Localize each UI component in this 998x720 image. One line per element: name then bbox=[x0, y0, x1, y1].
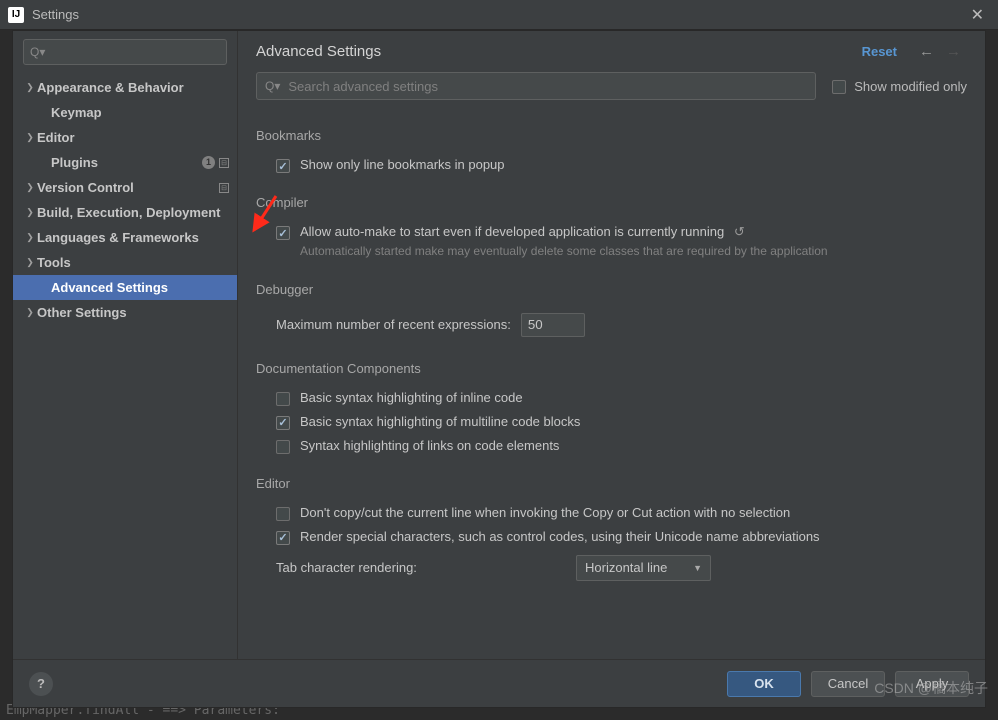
chevron-right-icon: ❯ bbox=[23, 232, 37, 243]
sidebar-item-keymap[interactable]: Keymap bbox=[13, 100, 237, 125]
tab-rendering-select[interactable]: Horizontal line ▼ bbox=[576, 555, 711, 581]
sidebar-item-version-control[interactable]: ❯Version Control⊟ bbox=[13, 175, 237, 200]
sidebar-item-label: Build, Execution, Deployment bbox=[37, 205, 237, 220]
settings-dialog: Q▾ ❯Appearance & BehaviorKeymap❯EditorPl… bbox=[12, 30, 986, 708]
opt-no-copy-cut-empty[interactable]: Don't copy/cut the current line when inv… bbox=[256, 501, 967, 525]
main-header: Advanced Settings Reset ← → bbox=[238, 31, 985, 72]
ok-button[interactable]: OK bbox=[727, 671, 801, 697]
opt-label: Render special characters, such as contr… bbox=[300, 529, 820, 544]
chevron-right-icon: ❯ bbox=[23, 257, 37, 268]
sidebar-item-tools[interactable]: ❯Tools bbox=[13, 250, 237, 275]
sidebar-item-label: Advanced Settings bbox=[51, 280, 237, 295]
opt-label: Don't copy/cut the current line when inv… bbox=[300, 505, 790, 520]
page-title: Advanced Settings bbox=[256, 43, 862, 60]
project-settings-icon: ⊟ bbox=[219, 183, 229, 193]
sidebar-item-label: Keymap bbox=[51, 105, 237, 120]
opt-links-code-highlight[interactable]: Syntax highlighting of links on code ele… bbox=[256, 434, 967, 458]
app-logo-icon: IJ bbox=[8, 7, 24, 23]
opt-inline-code-highlight[interactable]: Basic syntax highlighting of inline code bbox=[256, 386, 967, 410]
checkbox-icon[interactable] bbox=[276, 507, 290, 521]
section-editor: Editor bbox=[256, 476, 967, 491]
checkbox-icon[interactable] bbox=[276, 440, 290, 454]
opt-label: Basic syntax highlighting of multiline c… bbox=[300, 414, 580, 429]
search-icon: Q▾ bbox=[265, 79, 280, 93]
sidebar-item-advanced-settings[interactable]: Advanced Settings bbox=[13, 275, 237, 300]
section-bookmarks: Bookmarks bbox=[256, 128, 967, 143]
chevron-right-icon: ❯ bbox=[23, 82, 37, 93]
checkbox-icon[interactable] bbox=[276, 416, 290, 430]
opt-label: Allow auto-make to start even if develop… bbox=[300, 224, 724, 239]
field-label: Tab character rendering: bbox=[276, 560, 566, 575]
chevron-right-icon: ❯ bbox=[23, 307, 37, 318]
sidebar-item-label: Version Control bbox=[37, 180, 219, 195]
sidebar-item-label: Languages & Frameworks bbox=[37, 230, 237, 245]
window-title: Settings bbox=[32, 7, 965, 22]
apply-button[interactable]: Apply bbox=[895, 671, 969, 697]
opt-allow-auto-make[interactable]: Allow auto-make to start even if develop… bbox=[256, 220, 967, 264]
sidebar-item-label: Tools bbox=[37, 255, 237, 270]
reset-link[interactable]: Reset bbox=[862, 44, 897, 59]
opt-render-special-chars[interactable]: Render special characters, such as contr… bbox=[256, 525, 967, 549]
sidebar-item-other-settings[interactable]: ❯Other Settings bbox=[13, 300, 237, 325]
settings-sidebar: Q▾ ❯Appearance & BehaviorKeymap❯EditorPl… bbox=[13, 31, 238, 659]
reset-option-icon[interactable]: ↺ bbox=[734, 224, 745, 239]
advanced-search[interactable]: Q▾ bbox=[256, 72, 816, 100]
sidebar-item-label: Plugins bbox=[51, 155, 202, 170]
checkbox-icon[interactable] bbox=[832, 80, 846, 94]
checkbox-icon[interactable] bbox=[276, 392, 290, 406]
sidebar-item-label: Other Settings bbox=[37, 305, 237, 320]
field-label: Maximum number of recent expressions: bbox=[276, 317, 511, 332]
cancel-button[interactable]: Cancel bbox=[811, 671, 885, 697]
settings-main: Advanced Settings Reset ← → Q▾ Show modi… bbox=[238, 31, 985, 659]
search-icon: Q▾ bbox=[30, 45, 45, 59]
opt-label: Basic syntax highlighting of inline code bbox=[300, 390, 523, 405]
section-compiler: Compiler bbox=[256, 195, 967, 210]
chevron-right-icon: ❯ bbox=[23, 182, 37, 193]
show-modified-only-checkbox[interactable]: Show modified only bbox=[832, 78, 967, 94]
section-debugger: Debugger bbox=[256, 282, 967, 297]
field-max-recent-expressions: Maximum number of recent expressions: bbox=[256, 307, 967, 343]
sidebar-item-label: Editor bbox=[37, 130, 237, 145]
opt-label: Show only line bookmarks in popup bbox=[300, 157, 505, 172]
opt-description: Automatically started make may eventuall… bbox=[300, 243, 828, 260]
field-tab-rendering: Tab character rendering: Horizontal line… bbox=[256, 549, 967, 587]
opt-multiline-code-highlight[interactable]: Basic syntax highlighting of multiline c… bbox=[256, 410, 967, 434]
chevron-right-icon: ❯ bbox=[23, 132, 37, 143]
help-button[interactable]: ? bbox=[29, 672, 53, 696]
advanced-search-input[interactable] bbox=[288, 79, 807, 94]
sidebar-search-input[interactable] bbox=[51, 45, 220, 59]
update-badge: 1 bbox=[202, 156, 215, 169]
close-button[interactable]: ✕ bbox=[965, 5, 990, 25]
settings-content: Bookmarks Show only line bookmarks in po… bbox=[238, 110, 985, 659]
checkbox-icon[interactable] bbox=[276, 531, 290, 545]
settings-tree: ❯Appearance & BehaviorKeymap❯EditorPlugi… bbox=[13, 75, 237, 659]
select-value: Horizontal line bbox=[585, 560, 667, 575]
nav-forward-icon: → bbox=[940, 43, 967, 60]
sidebar-item-editor[interactable]: ❯Editor bbox=[13, 125, 237, 150]
sidebar-search[interactable]: Q▾ bbox=[23, 39, 227, 65]
project-settings-icon: ⊟ bbox=[219, 158, 229, 168]
sidebar-item-appearance-behavior[interactable]: ❯Appearance & Behavior bbox=[13, 75, 237, 100]
opt-show-only-line-bookmarks[interactable]: Show only line bookmarks in popup bbox=[256, 153, 967, 177]
nav-back-icon[interactable]: ← bbox=[913, 43, 940, 60]
chevron-right-icon: ❯ bbox=[23, 207, 37, 218]
sidebar-item-label: Appearance & Behavior bbox=[37, 80, 237, 95]
titlebar: IJ Settings ✕ bbox=[0, 0, 998, 30]
show-modified-label: Show modified only bbox=[854, 79, 967, 94]
checkbox-icon[interactable] bbox=[276, 226, 290, 240]
opt-label: Syntax highlighting of links on code ele… bbox=[300, 438, 559, 453]
checkbox-icon[interactable] bbox=[276, 159, 290, 173]
section-documentation-components: Documentation Components bbox=[256, 361, 967, 376]
sidebar-item-plugins[interactable]: Plugins1 ⊟ bbox=[13, 150, 237, 175]
chevron-down-icon: ▼ bbox=[693, 563, 702, 573]
sidebar-item-languages-frameworks[interactable]: ❯Languages & Frameworks bbox=[13, 225, 237, 250]
dialog-footer: ? OK Cancel Apply bbox=[13, 659, 985, 707]
sidebar-item-build-execution-deployment[interactable]: ❯Build, Execution, Deployment bbox=[13, 200, 237, 225]
max-recent-expressions-input[interactable] bbox=[521, 313, 585, 337]
